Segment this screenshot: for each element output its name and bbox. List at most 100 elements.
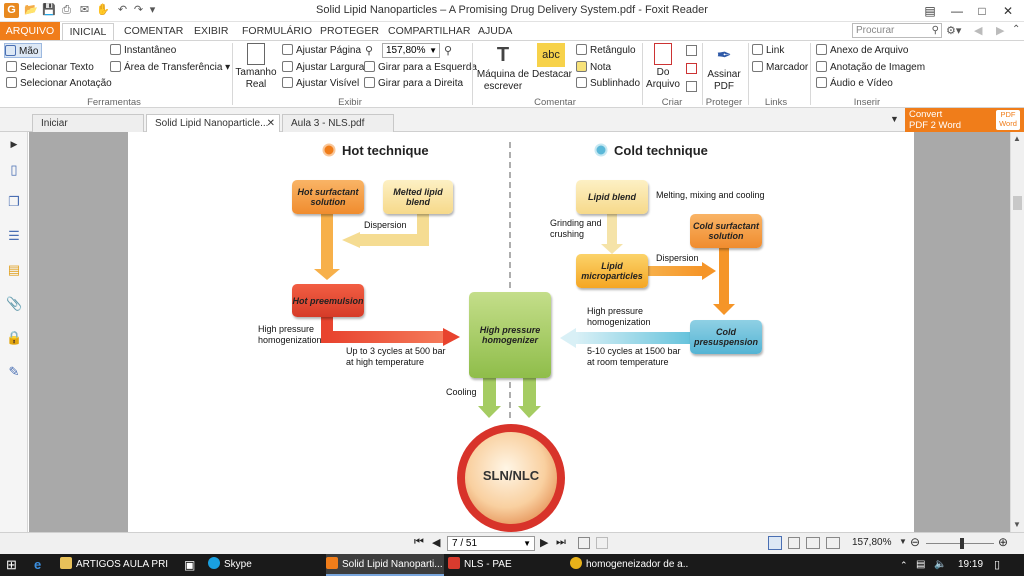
maximize-button[interactable]: □ (970, 2, 994, 20)
zoom-in-button[interactable]: ⊕ (998, 535, 1008, 549)
fit-visible-button[interactable]: Ajustar Visível (282, 76, 359, 91)
tab-comentar[interactable]: COMENTAR (124, 24, 183, 40)
notifications-icon[interactable]: ▯ (994, 554, 1012, 576)
collapse-ribbon-icon[interactable]: ⌃ (1012, 24, 1020, 35)
taskbar-item-chrome[interactable]: homogeneizador de a... (570, 554, 688, 576)
search-icon[interactable]: ⚲ (932, 24, 939, 37)
audio-video-label: Áudio e Vídeo (830, 78, 893, 89)
create-icon[interactable] (686, 45, 697, 56)
scroll-down-icon[interactable]: ▼ (1013, 520, 1021, 529)
tab-ajuda[interactable]: AJUDA (478, 24, 512, 40)
rotate-right-button[interactable]: Girar para a Direita (364, 76, 463, 91)
taskbar-item-skype[interactable]: Skype (208, 554, 320, 576)
note-button[interactable]: Nota (576, 60, 611, 75)
link-icon (752, 44, 763, 55)
zoom-out-button[interactable]: ⊖ (910, 535, 920, 549)
fit-width-label: Ajustar Largura (296, 62, 365, 73)
select-text-label: Selecionar Texto (20, 62, 94, 73)
rectangle-button[interactable]: Retângulo (576, 43, 636, 58)
status-zoom-value[interactable]: 157,80% (852, 537, 891, 548)
forward-arrow-icon[interactable]: ▶ (996, 24, 1004, 37)
hand-tool-button[interactable]: Mão (4, 43, 43, 58)
convert-pdf2word-button[interactable]: Convert PDF 2 Word PDF Word (905, 108, 1024, 132)
taskbar-item-nls[interactable]: NLS - PAE (448, 554, 566, 576)
rotate-left-button[interactable]: Girar para a Esquerda (364, 60, 477, 75)
tab-arquivo[interactable]: ARQUIVO (0, 22, 60, 40)
typewriter-button[interactable]: T Máquina de escrever (476, 43, 530, 93)
fit-width-button[interactable]: Ajustar Largura (282, 60, 364, 75)
tab-proteger[interactable]: PROTEGER (320, 24, 379, 40)
tab-exibir[interactable]: EXIBIR (194, 24, 228, 40)
clipboard-button[interactable]: Área de Transferência ▾ (110, 60, 230, 75)
zoom-slider-thumb[interactable] (960, 538, 964, 549)
edge-icon[interactable]: e (34, 554, 54, 576)
bookmark-button[interactable]: Marcador (752, 60, 808, 75)
taskbar-item-foxit[interactable]: Solid Lipid Nanoparti... (326, 554, 444, 576)
network-icon[interactable]: ▤ (916, 554, 930, 576)
tab-compartilhar[interactable]: COMPARTILHAR (388, 24, 470, 40)
tab-inicial[interactable]: INICIAL (62, 23, 114, 41)
attachments-icon[interactable]: 📎 (6, 296, 22, 312)
taskbar-item-artigos[interactable]: ARTIGOS AULA PRI (60, 554, 178, 576)
sign-pdf-button[interactable]: ✒ Assinar PDF (704, 43, 744, 93)
close-button[interactable]: ✕ (996, 2, 1020, 20)
zoom-select[interactable]: 157,80% ▼ (382, 43, 440, 58)
actual-size-button[interactable]: Tamanho Real (234, 43, 278, 91)
scroll-up-icon[interactable]: ▲ (1013, 134, 1021, 143)
signature-icon[interactable]: ✎ (6, 364, 22, 380)
store-icon[interactable]: ▣ (184, 554, 202, 576)
zoom-in-icon[interactable]: ⚲ (444, 44, 452, 57)
scroll-thumb[interactable] (1013, 196, 1022, 210)
next-view-icon[interactable] (596, 537, 608, 549)
doc-tab-aula3[interactable]: Aula 3 - NLS.pdf (282, 114, 394, 132)
last-page-icon[interactable]: ⏭ (556, 536, 566, 549)
page-number-input[interactable]: 7 / 51 ▼ (447, 536, 535, 551)
scan-icon[interactable] (686, 81, 697, 92)
back-arrow-icon[interactable]: ◀ (974, 24, 982, 37)
comments-icon[interactable]: ▤ (6, 262, 22, 278)
facing-view-icon[interactable] (806, 537, 820, 549)
snapshot-button[interactable]: Instantâneo (110, 43, 176, 58)
tray-arrow-icon[interactable]: ⌃ (900, 554, 912, 576)
zoom-out-icon[interactable]: ⚲ (365, 44, 373, 57)
from-file-button[interactable]: Do Arquivo (644, 43, 682, 91)
underline-button[interactable]: Sublinhado (576, 76, 640, 91)
search-input[interactable]: Procurar ⚲ (852, 23, 942, 38)
audio-video-button[interactable]: Áudio e Vídeo (816, 76, 893, 91)
continuous-facing-view-icon[interactable] (826, 537, 840, 549)
highlight-button[interactable]: abc Destacar (532, 43, 572, 81)
bookmarks-icon[interactable]: ▯ (6, 162, 22, 178)
tab-list-icon[interactable]: ▼ (890, 114, 899, 124)
doc-tab-iniciar[interactable]: Iniciar (32, 114, 144, 132)
clock[interactable]: 19:19 (958, 554, 990, 576)
layers-icon[interactable]: ☰ (6, 228, 22, 244)
document-viewport[interactable]: Hot technique Cold technique Hot surfact… (29, 132, 1010, 532)
first-page-icon[interactable]: ⏮ (414, 536, 424, 549)
continuous-view-icon[interactable] (788, 537, 800, 549)
combine-icon[interactable] (686, 63, 697, 74)
security-lock-icon[interactable]: 🔒 (6, 330, 22, 346)
select-annotation-button[interactable]: Selecionar Anotação (6, 76, 112, 91)
fit-page-button[interactable]: Ajustar Página (282, 43, 361, 58)
pages-icon[interactable]: ❐ (6, 194, 22, 210)
group-ferramentas: Ferramentas (87, 97, 141, 108)
single-page-view-icon[interactable] (768, 536, 782, 550)
select-text-button[interactable]: Selecionar Texto (6, 60, 94, 75)
windows-start-icon[interactable]: ⊞ (6, 554, 28, 576)
tab-formulario[interactable]: FORMULÁRIO (242, 24, 312, 40)
next-page-icon[interactable]: ▶ (540, 536, 548, 549)
link-button[interactable]: Link (752, 43, 784, 58)
prev-page-icon[interactable]: ◀ (432, 536, 440, 549)
volume-icon[interactable]: 🔈 (934, 554, 948, 576)
image-annotation-button[interactable]: Anotação de Imagem (816, 60, 925, 75)
doc-tab-solid-lipid[interactable]: Solid Lipid Nanoparticle... ✕ (146, 114, 280, 132)
zoom-dropdown-icon[interactable]: ▼ (899, 537, 907, 546)
settings-gear-icon[interactable]: ⚙▾ (946, 24, 961, 37)
close-tab-icon[interactable]: ✕ (267, 115, 275, 132)
file-attachment-button[interactable]: Anexo de Arquivo (816, 43, 908, 58)
vertical-scrollbar[interactable]: ▲ ▼ (1010, 132, 1024, 532)
expand-panel-icon[interactable]: ▶ (6, 136, 22, 152)
previous-view-icon[interactable] (578, 537, 590, 549)
minimize-button[interactable]: — (945, 2, 969, 20)
ribbon-display-icon[interactable]: ▤ (918, 2, 942, 20)
